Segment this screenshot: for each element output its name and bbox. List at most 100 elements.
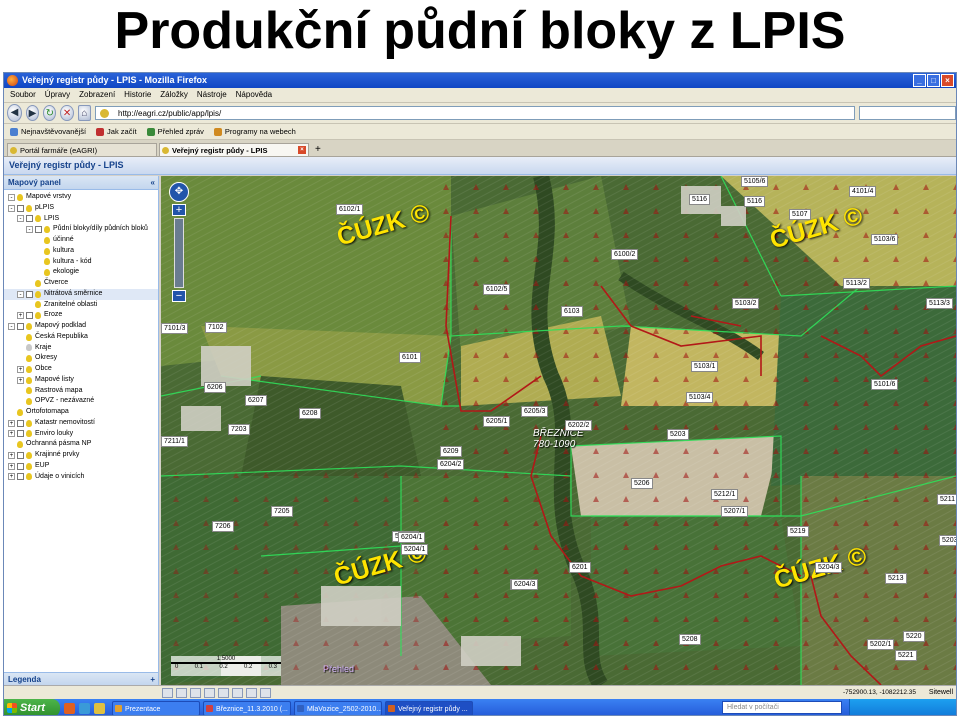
expand-toggle-icon[interactable]: - xyxy=(17,215,24,223)
reload-icon[interactable]: ↻ xyxy=(43,105,57,121)
zoom-out-button[interactable]: − xyxy=(172,290,186,302)
parcel-label[interactable]: 5103/4 xyxy=(686,392,714,403)
measure-tool-icon[interactable] xyxy=(218,688,229,698)
expand-toggle-icon[interactable]: + xyxy=(8,430,15,438)
parcel-label[interactable]: 6205/1 xyxy=(483,416,511,427)
expand-toggle-icon[interactable]: + xyxy=(8,462,15,470)
tab-close-icon[interactable]: × xyxy=(298,146,306,154)
taskbar-task-button[interactable]: Březnice_11.3.2010 (... xyxy=(203,700,291,715)
layer-checkbox[interactable] xyxy=(17,430,24,438)
parcel-label[interactable]: 5219 xyxy=(787,526,809,537)
parcel-label[interactable]: 6207 xyxy=(245,395,267,406)
parcel-label[interactable]: 7101/3 xyxy=(161,323,189,334)
layer-tree-node[interactable]: účinné xyxy=(4,235,158,246)
parcel-label[interactable]: 7203 xyxy=(228,424,250,435)
menu-item[interactable]: Historie xyxy=(124,88,151,102)
bookmark-item[interactable]: Programy na webech xyxy=(213,124,296,139)
layer-tree-node[interactable]: kultura xyxy=(4,246,158,257)
layer-checkbox[interactable] xyxy=(17,473,24,481)
expand-toggle-icon[interactable]: + xyxy=(8,473,15,481)
layer-tree-node[interactable]: + Obce xyxy=(4,364,158,375)
layer-tree-node[interactable]: Ochranná pásma NP xyxy=(4,439,158,450)
layer-tree-node[interactable]: + EUP xyxy=(4,461,158,472)
home-icon[interactable]: ⌂ xyxy=(77,105,92,121)
menu-item[interactable]: Soubor xyxy=(10,88,36,102)
ie-quicklaunch-icon[interactable] xyxy=(79,702,90,714)
parcel-label[interactable]: 6102/5 xyxy=(483,284,511,295)
bookmark-item[interactable]: Přehled zpráv xyxy=(146,124,204,139)
layer-tree-node[interactable]: Čtverce xyxy=(4,278,158,289)
browser-search-input[interactable] xyxy=(859,106,956,120)
menu-item[interactable]: Zobrazení xyxy=(79,88,115,102)
layer-tree-node[interactable]: + Eroze xyxy=(4,310,158,321)
layer-checkbox[interactable] xyxy=(26,312,33,320)
parcel-label[interactable]: 5103/2 xyxy=(732,298,760,309)
expand-toggle-icon[interactable]: + xyxy=(8,419,15,427)
folder-quicklaunch-icon[interactable] xyxy=(94,702,105,714)
parcel-label[interactable]: 6103 xyxy=(561,306,583,317)
layer-tree-node[interactable]: - Půdní bloky/díly půdních bloků xyxy=(4,224,158,235)
legend-panel[interactable]: Legenda + xyxy=(4,672,158,685)
browser-tab[interactable]: Veřejný registr půdy - LPIS × xyxy=(159,143,309,156)
parcel-label[interactable]: 6204/1 xyxy=(398,532,426,543)
url-bar[interactable]: http://eagri.cz/public/app/lpis/ xyxy=(95,106,856,120)
layer-tree-node[interactable]: - pLPIS xyxy=(4,203,158,214)
layer-checkbox[interactable] xyxy=(26,290,33,298)
layer-checkbox[interactable] xyxy=(17,462,24,470)
browser-tab[interactable]: Portál farmáře (eAGRI) xyxy=(7,143,157,156)
forward-arrow-icon[interactable]: ▶ xyxy=(25,105,40,121)
layer-tree-node[interactable]: + Krajinné prvky xyxy=(4,450,158,461)
parcel-label[interactable]: 5107 xyxy=(789,209,811,220)
menu-item[interactable]: Záložky xyxy=(160,88,188,102)
layer-tree-node[interactable]: + Enviro louky xyxy=(4,429,158,440)
menu-item[interactable]: Nápověda xyxy=(236,88,272,102)
parcel-label[interactable]: 5113/3 xyxy=(926,298,953,309)
zoom-tool-icon[interactable] xyxy=(176,688,187,698)
parcel-label[interactable]: 5101/6 xyxy=(871,379,899,390)
close-window-button[interactable]: × xyxy=(941,74,954,87)
parcel-label[interactable]: 5207/1 xyxy=(721,506,749,517)
bookmark-item[interactable]: Jak začít xyxy=(96,124,137,139)
zoom-in-button[interactable]: + xyxy=(172,204,186,216)
expand-toggle-icon[interactable]: - xyxy=(26,226,33,234)
parcel-label[interactable]: 5206 xyxy=(631,478,653,489)
parcel-label[interactable]: 5105/6 xyxy=(741,176,769,187)
taskbar-search-input[interactable]: Hledat v počítači xyxy=(722,701,842,714)
layer-tree-node[interactable]: - Nitrátová směrnice xyxy=(4,288,158,300)
firefox-quicklaunch-icon[interactable] xyxy=(64,702,75,714)
layer-checkbox[interactable] xyxy=(17,322,24,330)
bookmark-item[interactable]: Nejnavštěvovanější xyxy=(10,124,86,139)
layer-tree-node[interactable]: Zranitelné oblasti xyxy=(4,300,158,311)
parcel-label[interactable]: 5103/6 xyxy=(871,234,899,245)
expand-toggle-icon[interactable]: + xyxy=(17,365,24,373)
parcel-label[interactable]: 5116 xyxy=(744,196,766,207)
layer-tree-node[interactable]: Okresy xyxy=(4,353,158,364)
parcel-label[interactable]: 5204/3 xyxy=(815,562,843,573)
layer-tree-node[interactable]: Ortofotomapa xyxy=(4,407,158,418)
layer-checkbox[interactable] xyxy=(17,451,24,459)
expand-toggle-icon[interactable]: - xyxy=(8,322,15,330)
info-tool-icon[interactable] xyxy=(204,688,215,698)
parcel-label[interactable]: 7205 xyxy=(271,506,293,517)
menu-item[interactable]: Nástroje xyxy=(197,88,227,102)
taskbar-task-button[interactable]: Prezentace xyxy=(112,700,200,715)
parcel-label[interactable]: 5203 xyxy=(939,535,956,546)
parcel-label[interactable]: 4101/4 xyxy=(849,186,877,197)
layer-checkbox[interactable] xyxy=(17,204,24,212)
parcel-label[interactable]: 6204/2 xyxy=(437,459,465,470)
expand-toggle-icon[interactable]: + xyxy=(17,376,24,384)
parcel-label[interactable]: 5213 xyxy=(885,573,907,584)
pan-tool-icon[interactable] xyxy=(162,688,173,698)
expand-toggle-icon[interactable]: + xyxy=(8,451,15,459)
parcel-label[interactable]: 6100/2 xyxy=(611,249,639,260)
layer-tree-node[interactable]: - Mapové vrstvy xyxy=(4,192,158,203)
window-titlebar[interactable]: Veřejný registr půdy - LPIS - Mozilla Fi… xyxy=(4,73,956,88)
layer-tree-node[interactable]: Kraje xyxy=(4,343,158,354)
parcel-label[interactable]: 6208 xyxy=(299,408,321,419)
layer-tree-node[interactable]: Rastrová mapa xyxy=(4,386,158,397)
parcel-label[interactable]: 7206 xyxy=(212,521,234,532)
parcel-label[interactable]: 6205/3 xyxy=(521,406,549,417)
maximize-button[interactable]: □ xyxy=(927,74,940,87)
new-tab-icon[interactable]: + xyxy=(311,143,321,156)
parcel-label[interactable]: 7211/1 xyxy=(161,436,188,447)
